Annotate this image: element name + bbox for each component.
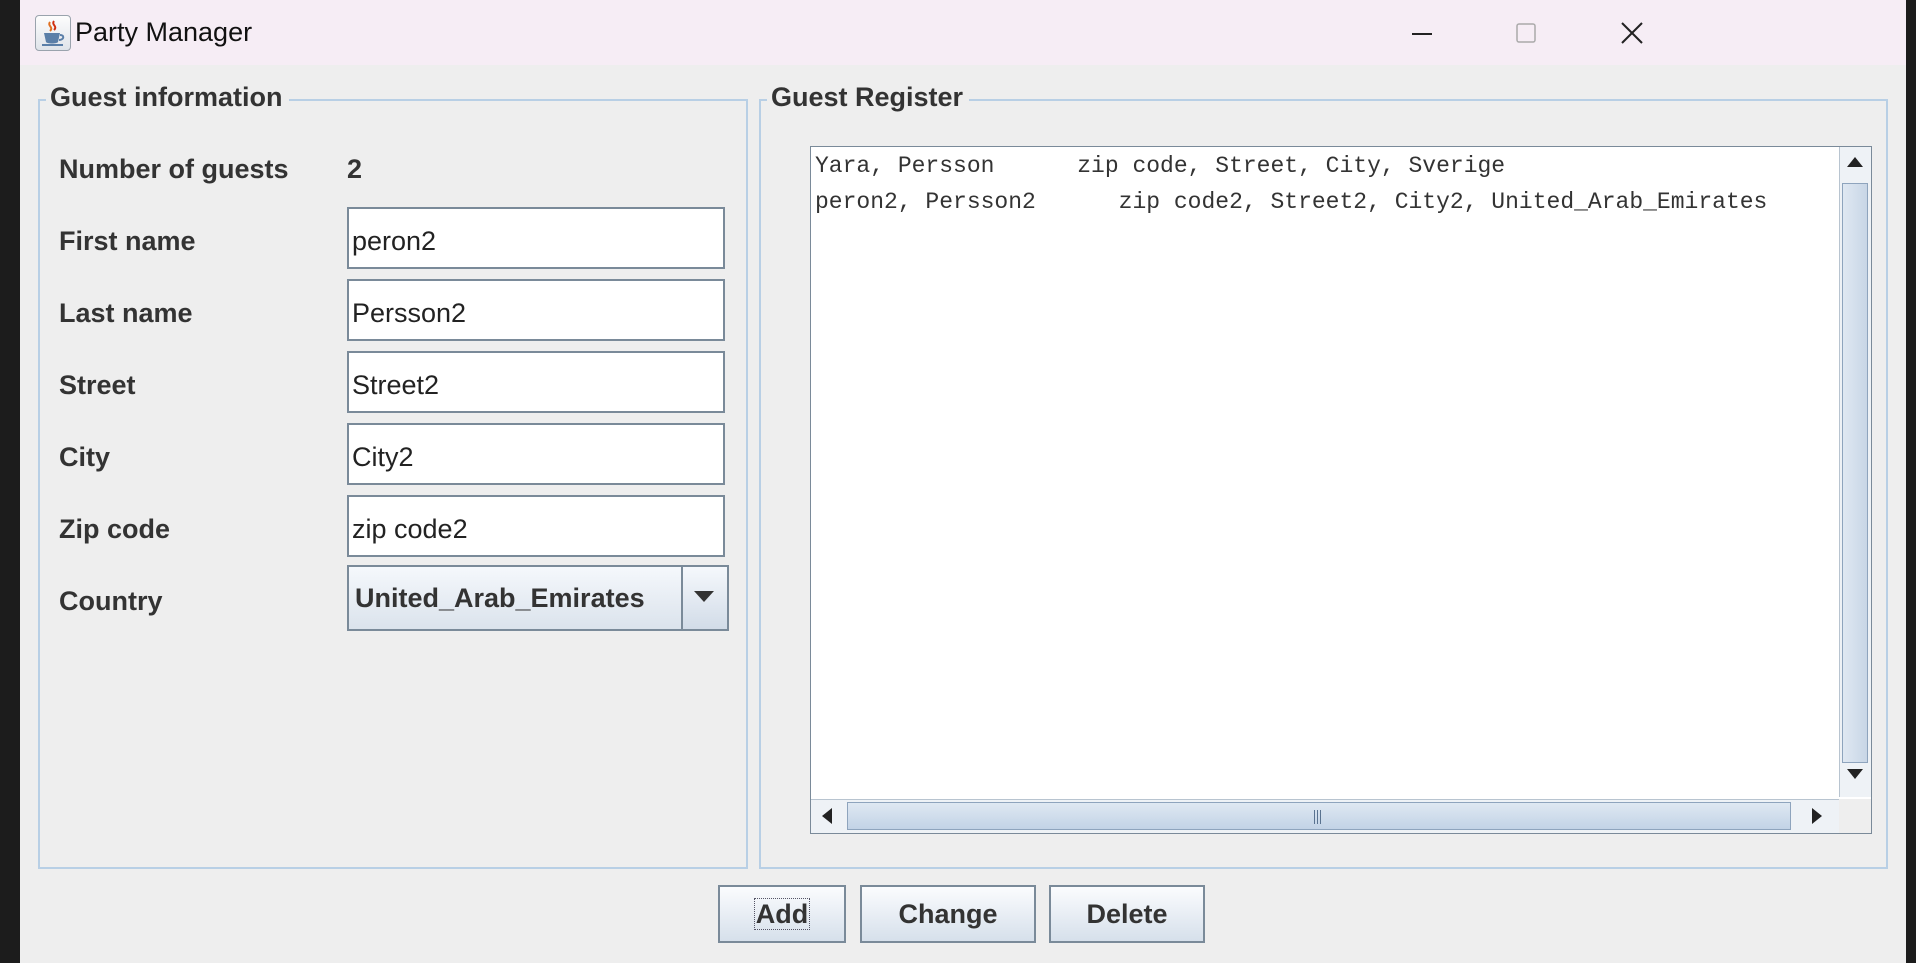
change-button[interactable]: Change — [860, 885, 1036, 943]
zip-code-field[interactable]: zip code2 — [347, 495, 725, 557]
register-line: Yara, Persson zip code, Street, City, Sv… — [815, 153, 1506, 179]
street-label: Street — [59, 370, 136, 400]
last-name-label: Last name — [59, 298, 193, 328]
change-button-label: Change — [898, 899, 998, 929]
country-selected-value: United_Arab_Emirates — [355, 583, 645, 613]
scroll-down-button[interactable] — [1840, 761, 1870, 793]
number-of-guests-label: Number of guests — [59, 154, 289, 184]
maximize-icon — [1516, 23, 1536, 43]
street-field[interactable]: Street2 — [347, 351, 725, 413]
first-name-label: First name — [59, 226, 196, 256]
city-label: City — [59, 442, 111, 472]
chevron-down-icon — [694, 591, 714, 602]
scroll-corner — [1839, 799, 1871, 833]
horizontal-scroll-thumb[interactable] — [847, 802, 1791, 830]
country-dropdown-button[interactable] — [681, 567, 727, 629]
caret-down-icon — [1847, 769, 1863, 779]
maximize-button[interactable] — [1496, 10, 1556, 56]
caret-right-icon — [1812, 808, 1822, 824]
scroll-grip-icon — [1314, 810, 1323, 824]
window-title: Party Manager — [75, 17, 253, 47]
caret-up-icon — [1847, 157, 1863, 167]
register-line: peron2, Persson2 zip code2, Street2, Cit… — [815, 189, 1768, 215]
zip-code-label: Zip code — [59, 514, 171, 544]
close-button[interactable] — [1602, 10, 1662, 56]
app-window: Party Manager Guest information Number o… — [20, 0, 1906, 963]
first-name-field[interactable]: peron2 — [347, 207, 725, 269]
add-button[interactable]: Add — [718, 885, 846, 943]
city-field[interactable]: City2 — [347, 423, 725, 485]
scroll-right-button[interactable] — [1803, 800, 1833, 832]
number-of-guests-value: 2 — [347, 154, 363, 184]
minimize-button[interactable] — [1392, 10, 1452, 56]
vertical-scroll-thumb[interactable] — [1842, 183, 1868, 763]
last-name-field[interactable]: Persson2 — [347, 279, 725, 341]
country-label: Country — [59, 586, 163, 616]
caret-left-icon — [822, 808, 832, 824]
delete-button-label: Delete — [1086, 899, 1168, 929]
add-button-label: Add — [753, 898, 811, 930]
guest-information-title: Guest information — [46, 82, 289, 113]
delete-button[interactable]: Delete — [1049, 885, 1205, 943]
guest-register-title: Guest Register — [767, 82, 970, 113]
guest-register-textarea[interactable]: Yara, Persson zip code, Street, City, Sv… — [810, 146, 1872, 834]
horizontal-scrollbar[interactable] — [811, 799, 1839, 833]
vertical-scrollbar[interactable] — [1839, 147, 1871, 797]
title-bar[interactable]: Party Manager — [20, 0, 1906, 65]
scroll-left-button[interactable] — [813, 800, 843, 832]
minimize-icon — [1412, 33, 1432, 35]
scroll-up-button[interactable] — [1840, 147, 1870, 179]
java-cup-icon — [35, 15, 71, 51]
close-icon — [1621, 22, 1643, 44]
country-combobox[interactable]: United_Arab_Emirates — [347, 565, 729, 631]
